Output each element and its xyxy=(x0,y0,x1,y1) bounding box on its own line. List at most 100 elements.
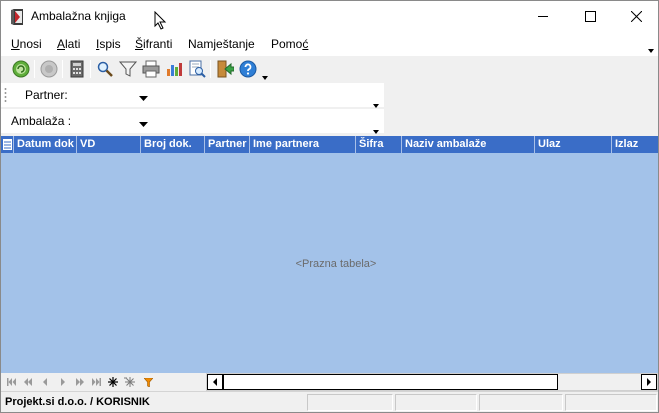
toolbar xyxy=(1,56,658,82)
arrow-right-icon xyxy=(647,378,651,386)
status-company-user: Projekt.si d.o.o. / KORISNIK xyxy=(5,396,150,408)
nav-filter-button[interactable] xyxy=(141,376,155,388)
main-window: Ambalažna knjiga Unosi Alati Ispis Šifra… xyxy=(0,0,659,413)
nav-insert-button[interactable] xyxy=(106,376,120,388)
grid-header: Datum dok VD Broj dok. Partner Ime partn… xyxy=(1,136,658,153)
status-panel xyxy=(565,394,657,411)
search-button[interactable] xyxy=(95,59,115,79)
close-button[interactable] xyxy=(613,1,659,32)
partner-dropdown-icon[interactable] xyxy=(139,91,148,101)
column-header-naziv-ambalaze[interactable]: Naziv ambalaže xyxy=(402,136,535,153)
column-header-partner[interactable]: Partner xyxy=(205,136,250,153)
menu-alati-label: lati xyxy=(65,37,81,51)
menu-sifranti[interactable]: Šifranti xyxy=(135,37,172,51)
status-bar: Projekt.si d.o.o. / KORISNIK xyxy=(1,391,658,412)
exit-button[interactable] xyxy=(215,59,235,79)
partner-label: Partner: xyxy=(25,88,68,102)
menu-unosi[interactable]: Unosi xyxy=(11,37,42,51)
nav-next-page-button[interactable] xyxy=(73,376,87,388)
help-button[interactable] xyxy=(238,59,258,79)
menu-alati-mnemonic: A xyxy=(57,37,66,51)
close-icon xyxy=(630,11,642,22)
toolbar-separator xyxy=(62,60,63,78)
filter-button[interactable] xyxy=(118,59,138,79)
title-bar: Ambalažna knjiga xyxy=(1,1,658,32)
toolbar-separator xyxy=(90,60,91,78)
menu-ispis-label: spis xyxy=(99,37,121,51)
menu-pomoc[interactable]: Pomoć xyxy=(271,37,308,51)
ambalaza-overflow-icon[interactable] xyxy=(373,124,379,134)
filter-icon xyxy=(119,61,137,77)
column-header-sifra[interactable]: Šifra xyxy=(356,136,402,153)
column-header-ulaz[interactable]: Ulaz xyxy=(535,136,612,153)
menu-unosi-label: nosi xyxy=(19,37,42,51)
window-title: Ambalažna knjiga xyxy=(31,9,126,23)
menu-namjestanje-prefix: Nam xyxy=(188,37,214,51)
menu-namjestanje-label: eštanje xyxy=(216,37,255,51)
menu-alati[interactable]: Alati xyxy=(57,37,80,51)
navigator-bar xyxy=(1,373,658,391)
preview-button[interactable] xyxy=(187,59,207,79)
menu-unosi-mnemonic: U xyxy=(11,37,20,51)
calculator-button[interactable] xyxy=(67,59,87,79)
column-header-ime-partnera[interactable]: Ime partnera xyxy=(250,136,356,153)
horizontal-scrollbar[interactable] xyxy=(206,373,658,391)
disabled-button[interactable] xyxy=(39,59,59,79)
book-icon[interactable] xyxy=(11,9,25,25)
help-icon xyxy=(239,60,257,78)
toolbar-separator xyxy=(34,60,35,78)
grip-icon[interactable] xyxy=(4,87,7,103)
scrollbar-thumb[interactable] xyxy=(223,374,558,390)
disabled-icon xyxy=(40,60,58,78)
status-panel xyxy=(307,394,393,411)
maximize-button[interactable] xyxy=(567,1,613,32)
refresh-button[interactable] xyxy=(11,59,31,79)
column-header-datum[interactable]: Datum dok xyxy=(14,136,77,153)
ambalaza-label: Ambalaža : xyxy=(11,114,72,128)
nav-delete-button[interactable] xyxy=(123,376,137,388)
toolbar-separator xyxy=(210,60,211,78)
menu-pomoc-prefix: Pomo xyxy=(271,37,303,51)
column-header-broj-dok[interactable]: Broj dok. xyxy=(141,136,205,153)
filter-small-icon xyxy=(143,377,153,387)
nav-next-button[interactable] xyxy=(56,376,70,388)
menu-sifranti-mnemonic: Š xyxy=(135,37,144,51)
refresh-icon xyxy=(12,60,30,78)
menu-pomoc-mnemonic: ć xyxy=(302,37,309,51)
first-icon xyxy=(7,378,16,386)
prev-icon xyxy=(43,378,47,386)
partner-filter: Partner: xyxy=(1,83,384,108)
toolbar-overflow-icon[interactable] xyxy=(262,70,268,80)
menu-overflow-icon[interactable] xyxy=(648,43,654,53)
chart-button[interactable] xyxy=(164,59,184,79)
partner-overflow-icon[interactable] xyxy=(373,98,379,108)
status-panel xyxy=(395,394,477,411)
mouse-cursor-icon xyxy=(154,10,168,31)
menu-bar: Unosi Alati Ispis Šifranti Namještanje P… xyxy=(1,32,658,56)
column-header-vd[interactable]: VD xyxy=(77,136,141,153)
nav-prev-button[interactable] xyxy=(38,376,52,388)
exit-icon xyxy=(217,60,234,78)
column-selector-icon[interactable] xyxy=(1,136,14,153)
data-grid[interactable]: Datum dok VD Broj dok. Partner Ime partn… xyxy=(1,136,658,373)
print-icon xyxy=(142,60,160,78)
scroll-right-button[interactable] xyxy=(641,374,657,390)
calculator-icon xyxy=(70,60,84,78)
column-header-izlaz[interactable]: Izlaz xyxy=(612,136,658,153)
empty-table-message: <Prazna tabela> xyxy=(295,258,377,270)
print-button[interactable] xyxy=(141,59,161,79)
menu-ispis[interactable]: Ispis xyxy=(96,37,121,51)
nav-last-button[interactable] xyxy=(89,376,103,388)
minimize-button[interactable] xyxy=(520,1,566,32)
nav-first-button[interactable] xyxy=(5,376,19,388)
insert-icon xyxy=(108,377,118,387)
menu-namjestanje[interactable]: Namještanje xyxy=(188,37,255,51)
next-page-icon xyxy=(76,378,84,386)
ambalaza-dropdown-icon[interactable] xyxy=(139,117,148,127)
status-panel xyxy=(479,394,563,411)
menu-sifranti-label: ifranti xyxy=(143,37,173,51)
scroll-left-button[interactable] xyxy=(207,374,223,390)
delete-icon xyxy=(124,377,135,387)
ambalaza-filter: Ambalaža : xyxy=(1,109,384,134)
nav-prev-page-button[interactable] xyxy=(21,376,35,388)
